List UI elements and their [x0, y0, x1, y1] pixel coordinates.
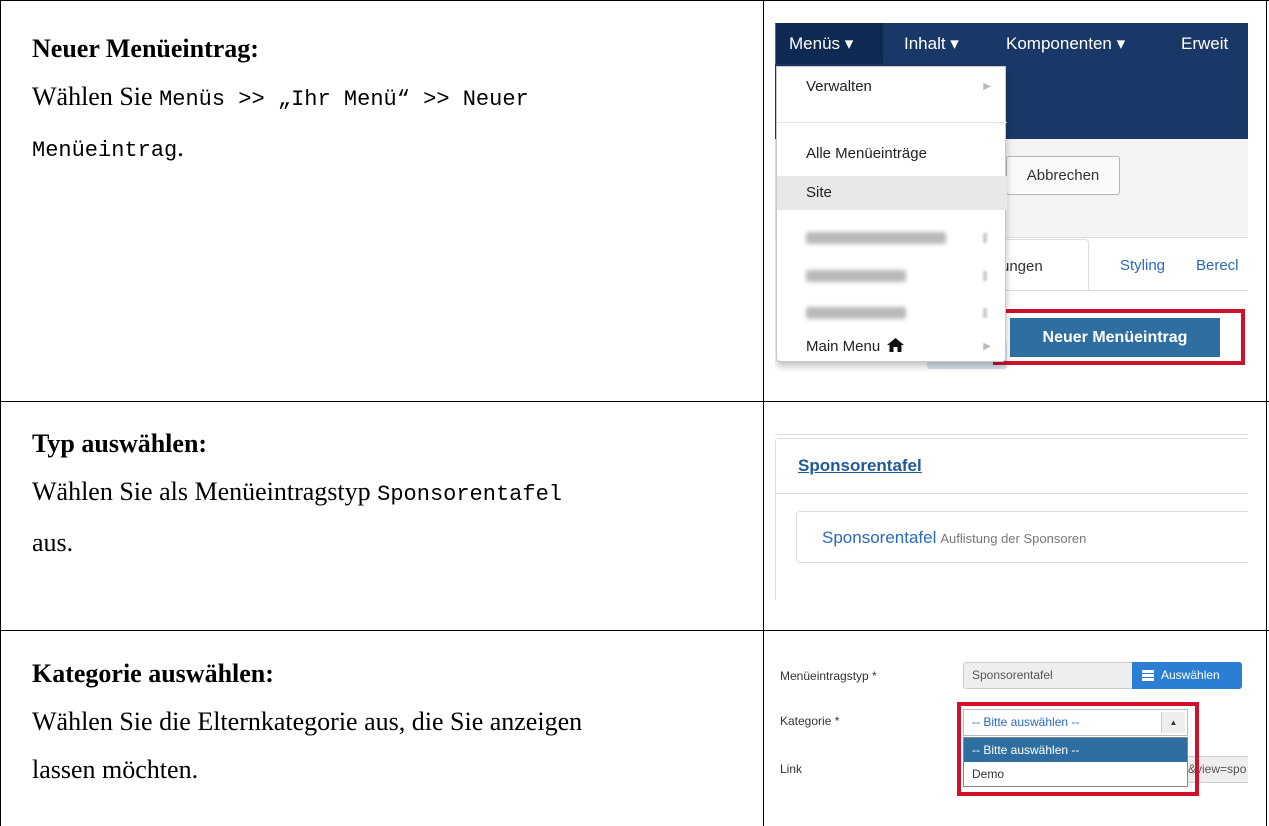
- blurred-marker: [983, 271, 987, 281]
- row3-line2: lassen möchten.: [32, 755, 199, 784]
- screenshot-category-select: Menüeintragstyp * Sponsorentafel Auswähl…: [775, 652, 1248, 800]
- menu-item-main-menu[interactable]: Main Menu ▶: [777, 330, 1007, 364]
- table-border-row2: [0, 630, 1269, 631]
- select-type-button[interactable]: Auswählen: [1132, 662, 1242, 689]
- row1-suffix: .: [177, 133, 184, 162]
- home-icon: [887, 338, 905, 352]
- admin-navbar: Menüs ▾ Inhalt ▾ Komponenten ▾ Erweit: [775, 23, 1248, 64]
- row3-heading: Kategorie auswählen:: [32, 659, 274, 688]
- chevron-right-icon: ▶: [983, 341, 991, 352]
- row3-text: Kategorie auswählen: Wählen Sie die Elte…: [32, 650, 582, 794]
- menu-item-type-field: Sponsorentafel: [963, 662, 1133, 689]
- menu-item-manage-label: Verwalten: [806, 78, 872, 95]
- row1-instruction-cont: Menüeintrag.: [32, 124, 529, 175]
- highlight-box: [957, 702, 1199, 796]
- nav-extensions[interactable]: Erweit: [1181, 23, 1228, 64]
- table-border-middle: [763, 0, 764, 826]
- type-item-title[interactable]: Sponsorentafel: [822, 528, 936, 547]
- row2-text: Typ auswählen: Wählen Sie als Menüeintra…: [32, 420, 562, 567]
- menu-item-all-items[interactable]: Alle Menüeinträge: [777, 137, 1007, 171]
- tab-divider: [986, 290, 1248, 291]
- row3-line1: Wählen Sie die Elternkategorie aus, die …: [32, 707, 583, 736]
- nav-menus[interactable]: Menüs ▾: [775, 23, 883, 64]
- menu-divider: [777, 122, 1007, 123]
- tab-permissions[interactable]: Berecl: [1196, 239, 1239, 291]
- row2-heading: Typ auswählen:: [32, 429, 208, 458]
- screenshot-menu: Menüs ▾ Inhalt ▾ Komponenten ▾ Erweit Ab…: [775, 23, 1248, 372]
- menu-item-site[interactable]: Site: [777, 176, 1007, 210]
- divider-line: [775, 434, 1248, 435]
- table-border-top: [0, 0, 1269, 1]
- menu-item-manage[interactable]: Verwalten ▶: [777, 70, 1007, 104]
- row2-prefix: Wählen Sie als Menüeintragstyp: [32, 477, 371, 506]
- tab-styling[interactable]: Styling: [1120, 239, 1165, 291]
- list-icon: [1142, 670, 1154, 681]
- blurred-menu-item: [806, 307, 906, 319]
- highlight-box: [993, 309, 1245, 365]
- select-type-label: Auswählen: [1161, 668, 1220, 682]
- row2-instruction: Wählen Sie als Menüeintragstyp Sponsoren…: [32, 468, 562, 519]
- screenshot-type-select: Sponsorentafel Sponsorentafel Auflistung …: [775, 423, 1248, 600]
- blurred-menu-item: [806, 232, 946, 244]
- panel-title-link[interactable]: Sponsorentafel: [798, 456, 922, 476]
- label-link: Link: [780, 762, 803, 776]
- row1-heading: Neuer Menüeintrag:: [32, 34, 259, 63]
- blurred-menu-item: [806, 270, 906, 282]
- label-category: Kategorie *: [780, 714, 840, 728]
- type-panel: Sponsorentafel Sponsorentafel Auflistung …: [775, 438, 1248, 600]
- menu-item-main-menu-label: Main Menu: [806, 338, 881, 355]
- row1-text: Neuer Menüeintrag: Wählen Sie Menüs >> „…: [32, 25, 529, 175]
- type-item-row: Sponsorentafel Auflistung der Sponsoren: [822, 528, 1086, 548]
- label-menu-item-type: Menüeintragstyp *: [780, 669, 877, 683]
- type-item[interactable]: Sponsorentafel Auflistung der Sponsoren: [796, 511, 1248, 563]
- blurred-marker: [983, 308, 987, 318]
- panel-header: Sponsorentafel: [776, 439, 1248, 494]
- nav-components[interactable]: Komponenten ▾: [1006, 23, 1125, 64]
- blurred-marker: [983, 233, 987, 243]
- row2-code: Sponsorentafel: [377, 482, 562, 507]
- row2-suffix: aus.: [32, 528, 74, 557]
- row1-code-line2: Menüeintrag: [32, 138, 178, 163]
- chevron-right-icon: ▶: [983, 81, 991, 92]
- row1-prefix: Wählen Sie: [32, 82, 153, 111]
- row1-code-line1: Menüs >> „Ihr Menü“ >> Neuer: [159, 87, 529, 112]
- row1-instruction: Wählen Sie Menüs >> „Ihr Menü“ >> Neuer: [32, 73, 529, 124]
- table-border-left: [0, 0, 1, 826]
- table-border-right: [1266, 0, 1267, 826]
- nav-content[interactable]: Inhalt ▾: [904, 23, 959, 64]
- menus-dropdown: Verwalten ▶ Alle Menüeinträge Site Main …: [776, 66, 1007, 364]
- table-border-row1: [0, 401, 1269, 402]
- type-item-description: Auflistung der Sponsoren: [940, 531, 1087, 546]
- cancel-button[interactable]: Abbrechen: [1006, 156, 1120, 195]
